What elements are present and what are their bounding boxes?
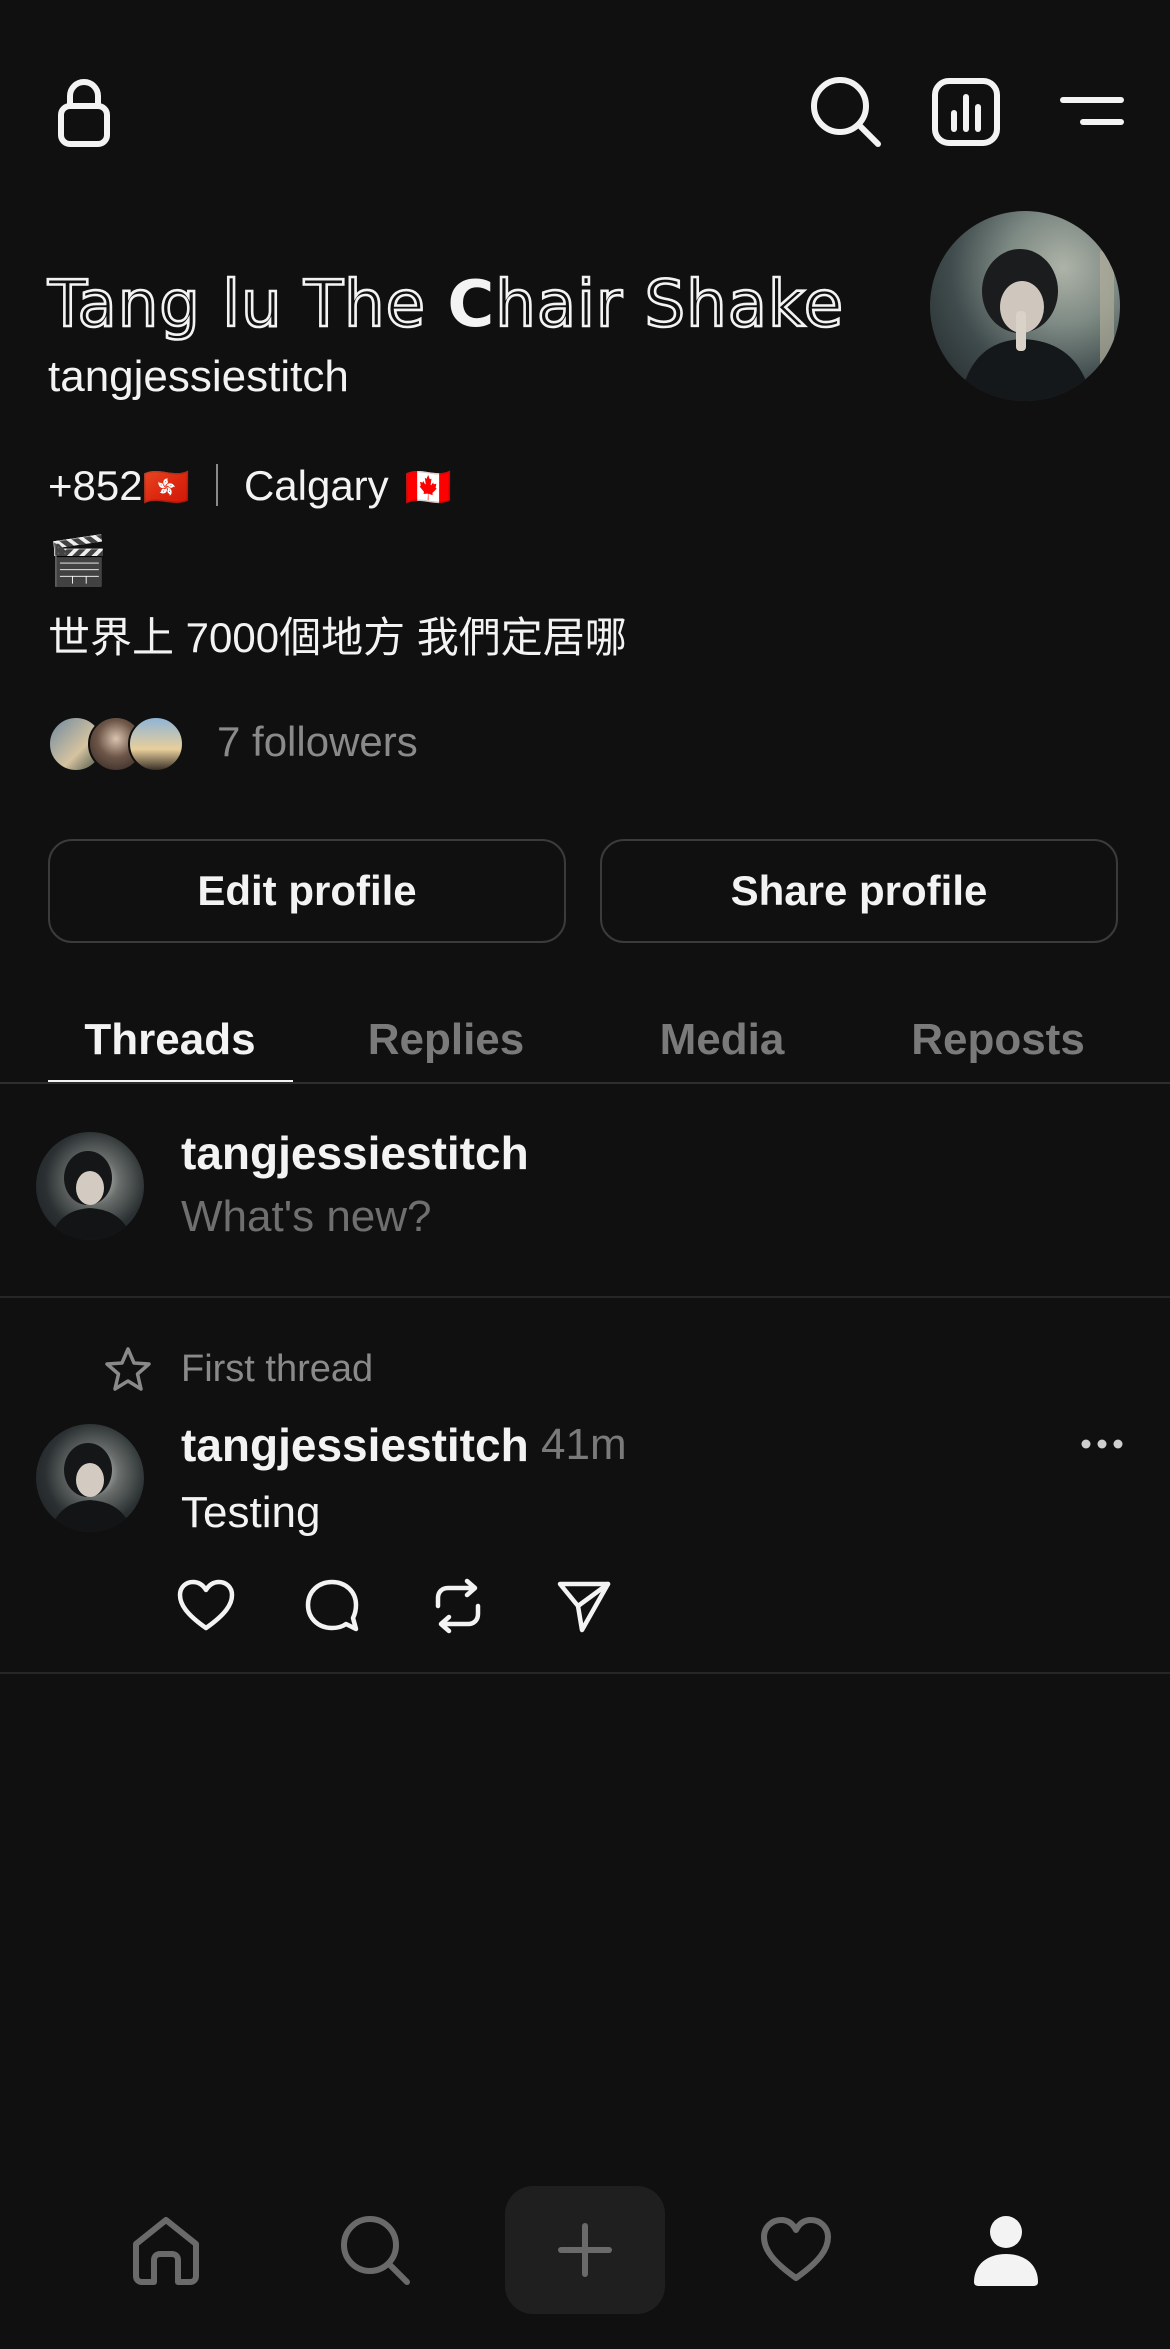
- profile-avatar[interactable]: [930, 211, 1120, 401]
- lock-icon[interactable]: [44, 72, 124, 152]
- display-name-bold-letter: C: [447, 268, 496, 342]
- clapperboard-icon: 🎬: [48, 535, 108, 588]
- pinned-star-icon: [105, 1347, 151, 1391]
- bio-city: Calgary: [243, 462, 389, 509]
- bio-phone-code: +852: [48, 462, 143, 509]
- thread-timestamp: 41m: [541, 1420, 627, 1469]
- share-profile-button[interactable]: Share profile: [600, 839, 1118, 943]
- profile-icon: [974, 2216, 1038, 2286]
- tabs-divider: [0, 1082, 1170, 1084]
- menu-icon[interactable]: [1052, 72, 1132, 152]
- display-name-part1: Tang lu The: [47, 267, 448, 344]
- nav-search[interactable]: [305, 2186, 445, 2314]
- bio-separator: [215, 464, 218, 506]
- bio-location-line: +852🇭🇰 Calgary 🇨🇦: [48, 462, 452, 510]
- tab-replies[interactable]: Replies: [321, 1000, 571, 1080]
- composer-avatar[interactable]: [36, 1132, 144, 1240]
- reply-bubble-icon[interactable]: [302, 1576, 362, 1636]
- thread-divider: [0, 1672, 1170, 1674]
- thread-text: Testing: [181, 1488, 321, 1537]
- flag-ca-icon: 🇨🇦: [404, 467, 452, 509]
- follower-avatars[interactable]: [48, 716, 198, 772]
- nav-compose-button[interactable]: [505, 2186, 665, 2314]
- share-send-icon[interactable]: [554, 1576, 614, 1636]
- edit-profile-button[interactable]: Edit profile: [48, 839, 566, 943]
- nav-profile[interactable]: [936, 2186, 1076, 2314]
- home-icon: [133, 2217, 199, 2285]
- more-options-icon[interactable]: [1078, 1432, 1126, 1456]
- display-name-part2: hair Shake: [494, 267, 845, 344]
- search-icon: [341, 2216, 410, 2285]
- profile-username: tangjessiestitch: [48, 352, 349, 401]
- bio-text: 世界上 7000個地方 我們定居哪: [48, 614, 627, 661]
- search-icon[interactable]: [806, 72, 886, 152]
- follower-avatar-3: [128, 716, 184, 772]
- thread-author-avatar[interactable]: [36, 1424, 144, 1532]
- flag-hk-icon: 🇭🇰: [142, 467, 190, 509]
- compose-plus-icon: [558, 2223, 612, 2277]
- like-heart-icon[interactable]: [176, 1576, 236, 1636]
- composer-username: tangjessiestitch: [181, 1127, 529, 1179]
- activity-heart-icon: [761, 2217, 831, 2281]
- nav-home[interactable]: [96, 2186, 236, 2314]
- tab-threads[interactable]: Threads: [45, 1000, 295, 1080]
- insights-icon[interactable]: [926, 72, 1006, 152]
- composer-divider: [0, 1296, 1170, 1298]
- composer-input[interactable]: What's new?: [181, 1192, 432, 1242]
- followers-count[interactable]: 7 followers: [217, 718, 418, 766]
- profile-display-name: Tang lu The Chair Shake: [47, 267, 845, 344]
- nav-activity[interactable]: [726, 2186, 866, 2314]
- tab-reposts[interactable]: Reposts: [873, 1000, 1123, 1080]
- repost-icon[interactable]: [428, 1576, 488, 1636]
- thread-author-username[interactable]: tangjessiestitch: [181, 1418, 529, 1472]
- tab-media[interactable]: Media: [597, 1000, 847, 1080]
- pinned-label: First thread: [181, 1348, 374, 1390]
